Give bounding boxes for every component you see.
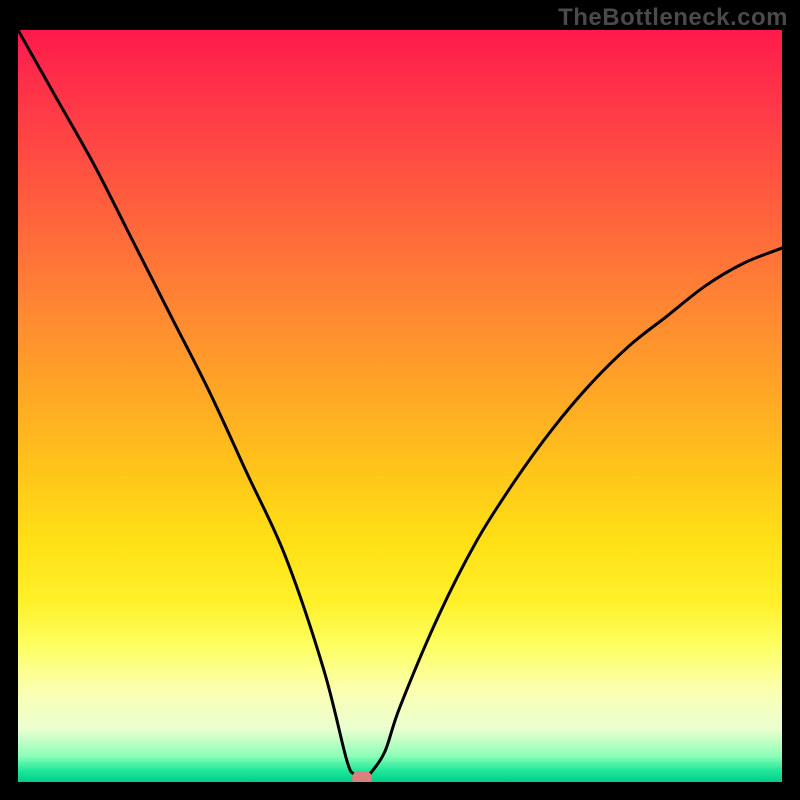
watermark-text: TheBottleneck.com [558,4,788,32]
chart-frame: TheBottleneck.com [0,0,800,800]
plot-area [18,30,782,782]
curve-svg [18,30,782,782]
min-marker [352,771,372,782]
bottleneck-curve-line [18,30,782,782]
